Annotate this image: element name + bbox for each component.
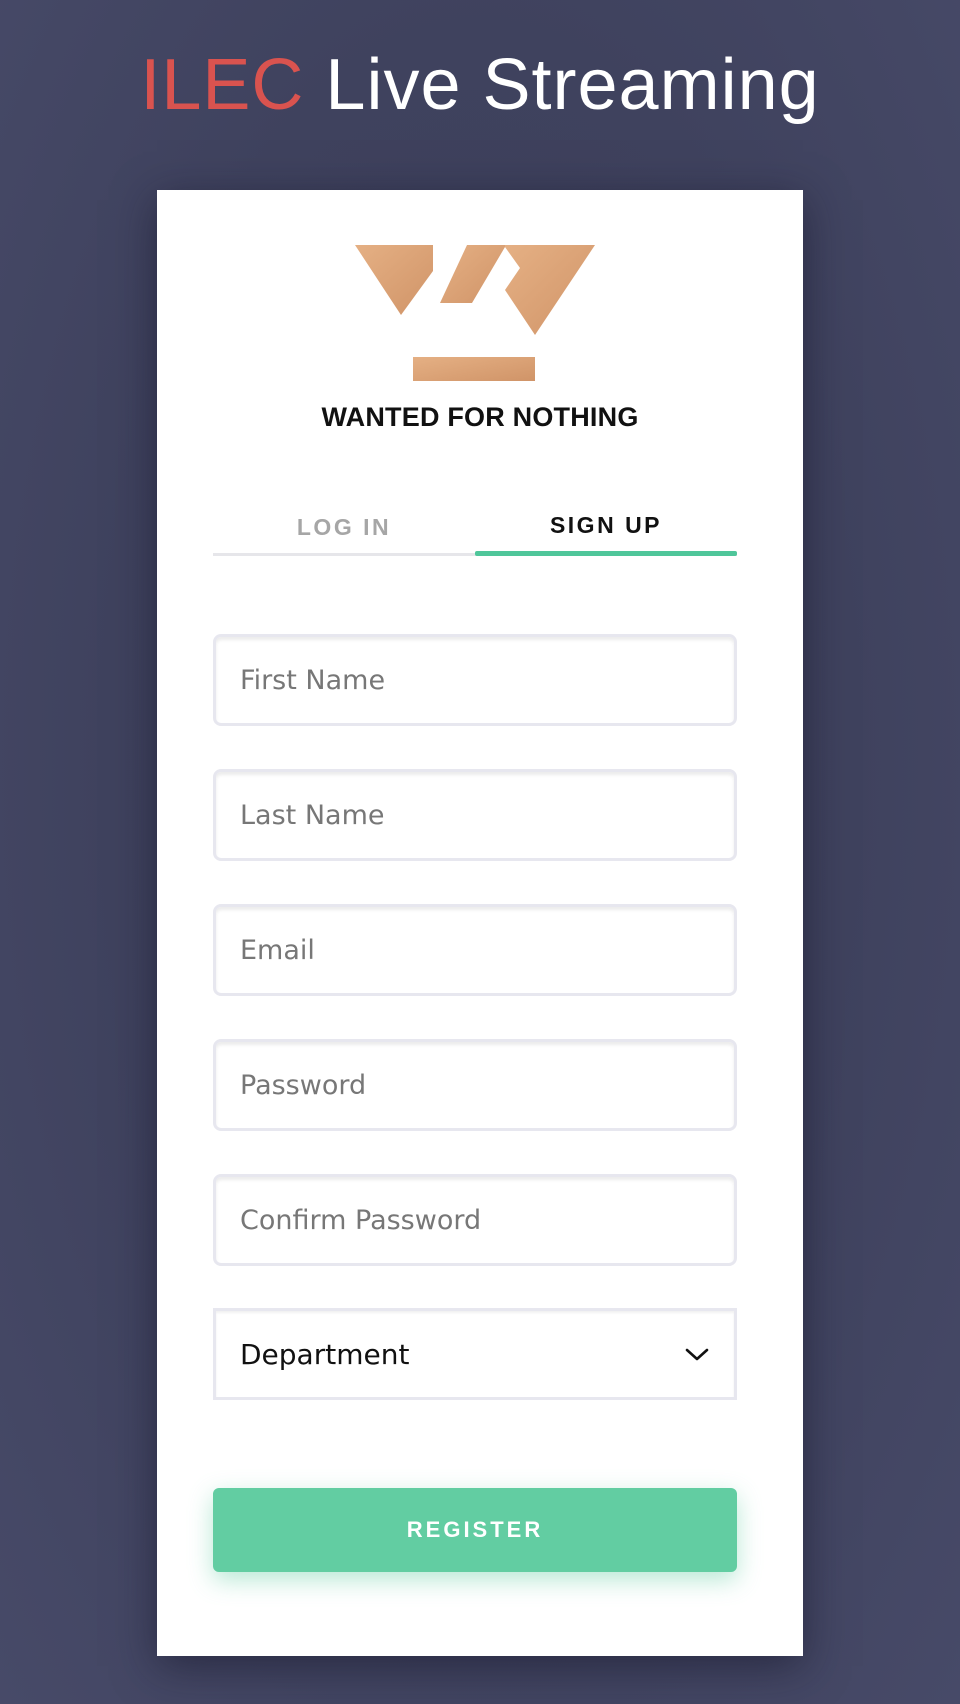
tab-sign-up[interactable]: SIGN UP: [475, 480, 737, 556]
department-select[interactable]: Department: [213, 1308, 737, 1400]
confirm-password-input[interactable]: [213, 1174, 737, 1266]
brand-acronym: ILEC: [140, 45, 305, 125]
register-button[interactable]: REGISTER: [213, 1488, 737, 1572]
wanted-for-nothing-logo-icon: [355, 245, 595, 381]
signup-card: WANTED FOR NOTHING LOG IN SIGN UP Depart…: [157, 190, 803, 1656]
email-input[interactable]: [213, 904, 737, 996]
brand-name: Live Streaming: [325, 45, 820, 125]
tab-log-in[interactable]: LOG IN: [213, 480, 475, 553]
app-title: ILEC Live Streaming: [0, 40, 960, 130]
chevron-down-icon: [685, 1348, 709, 1361]
department-selected-value: Department: [240, 1337, 410, 1371]
first-name-input[interactable]: [213, 634, 737, 726]
auth-tabs: LOG IN SIGN UP: [213, 480, 737, 556]
last-name-input[interactable]: [213, 769, 737, 861]
organization-name: WANTED FOR NOTHING: [321, 402, 639, 432]
password-input[interactable]: [213, 1039, 737, 1131]
